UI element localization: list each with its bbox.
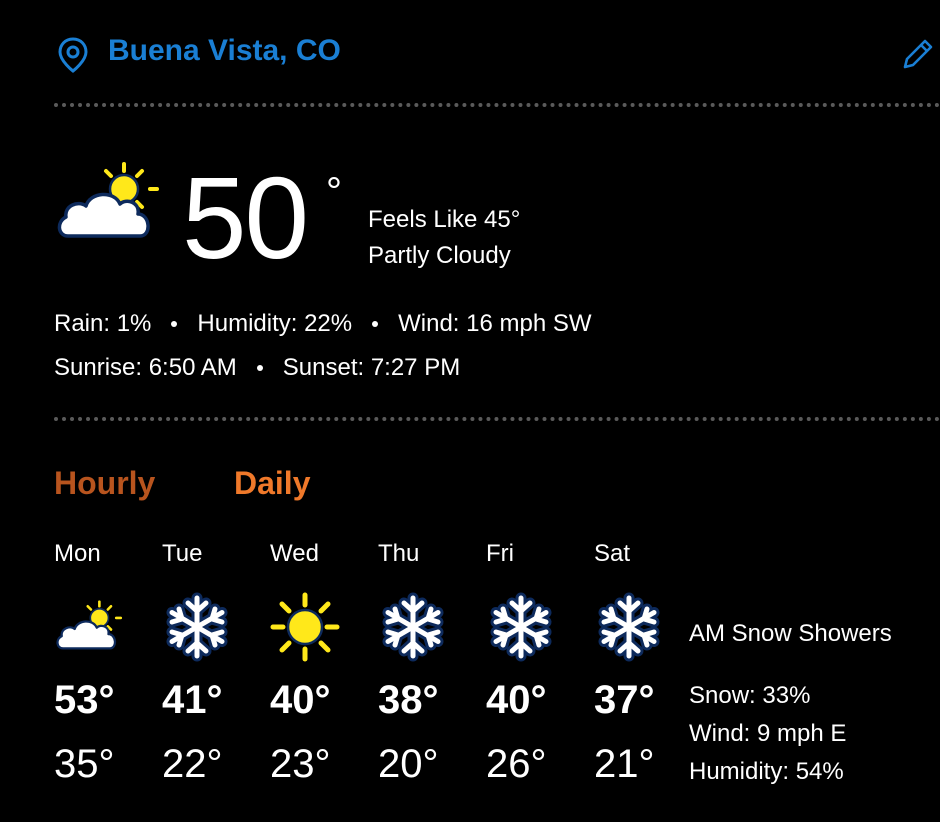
conditions-divider — [54, 417, 940, 421]
day-low: 26° — [486, 742, 547, 786]
day-column-tue[interactable]: Tue 41° 22° — [162, 538, 262, 788]
sunrise: Sunrise: 6:50 AM — [54, 354, 237, 381]
day-low: 20° — [378, 742, 439, 786]
partly-cloudy-icon — [54, 162, 162, 244]
day-high: 37° — [594, 678, 655, 722]
day-name: Sat — [594, 540, 631, 567]
day-column-sat[interactable]: Sat 37° 21° — [594, 538, 694, 788]
edit-location-button[interactable] — [900, 36, 936, 72]
humidity: Humidity: 22% — [197, 310, 353, 337]
day-high: 40° — [486, 678, 547, 722]
sunset: Sunset: 7:27 PM — [282, 354, 461, 381]
day-high: 41° — [162, 678, 223, 722]
tab-daily[interactable]: Daily — [234, 462, 310, 504]
day-high: 53° — [54, 678, 115, 722]
header-divider — [54, 103, 940, 107]
separator-dot — [372, 321, 379, 327]
day-low: 21° — [594, 742, 655, 786]
partly-cloudy-icon — [54, 592, 124, 662]
day-name: Thu — [378, 540, 420, 567]
day-high: 40° — [270, 678, 331, 722]
feels-like: Feels Like 45° — [368, 206, 521, 233]
snowflake-icon — [594, 592, 664, 662]
day-name: Mon — [54, 540, 101, 567]
day-high: 38° — [378, 678, 439, 722]
day-column-mon[interactable]: Mon 53° 35° — [54, 538, 154, 788]
day-name: Fri — [486, 540, 514, 567]
day-low: 23° — [270, 742, 331, 786]
location-name[interactable]: Buena Vista, CO — [108, 34, 341, 68]
day-wind: Wind: 9 mph E — [689, 720, 847, 747]
pencil-icon — [903, 39, 933, 69]
sun-icon — [270, 592, 340, 662]
day-snow-chance: Snow: 33% — [689, 682, 811, 709]
current-temperature: 50 — [182, 153, 309, 283]
degree-symbol: ° — [326, 170, 342, 214]
day-summary: AM Snow Showers — [689, 620, 892, 647]
current-condition: Partly Cloudy — [368, 242, 511, 269]
day-column-thu[interactable]: Thu 38° 20° — [378, 538, 478, 788]
separator-dot — [171, 321, 178, 327]
tab-hourly[interactable]: Hourly — [54, 462, 155, 504]
day-name: Tue — [162, 540, 203, 567]
snowflake-icon — [486, 592, 556, 662]
day-low: 22° — [162, 742, 223, 786]
day-column-wed[interactable]: Wed 40° 23° — [270, 538, 370, 788]
conditions-row: Rain: 1% Humidity: 22% Wind: 16 mph SW — [54, 308, 592, 340]
day-name: Wed — [270, 540, 319, 567]
day-column-fri[interactable]: Fri 40° 26° — [486, 538, 586, 788]
day-low: 35° — [54, 742, 115, 786]
snowflake-icon — [162, 592, 232, 662]
separator-dot — [256, 365, 263, 371]
wind: Wind: 16 mph SW — [398, 310, 592, 337]
rain-chance: Rain: 1% — [54, 310, 152, 337]
sun-times-row: Sunrise: 6:50 AM Sunset: 7:27 PM — [54, 352, 460, 384]
day-humidity: Humidity: 54% — [689, 758, 844, 785]
snowflake-icon — [378, 592, 448, 662]
location-pin-icon — [54, 36, 92, 74]
